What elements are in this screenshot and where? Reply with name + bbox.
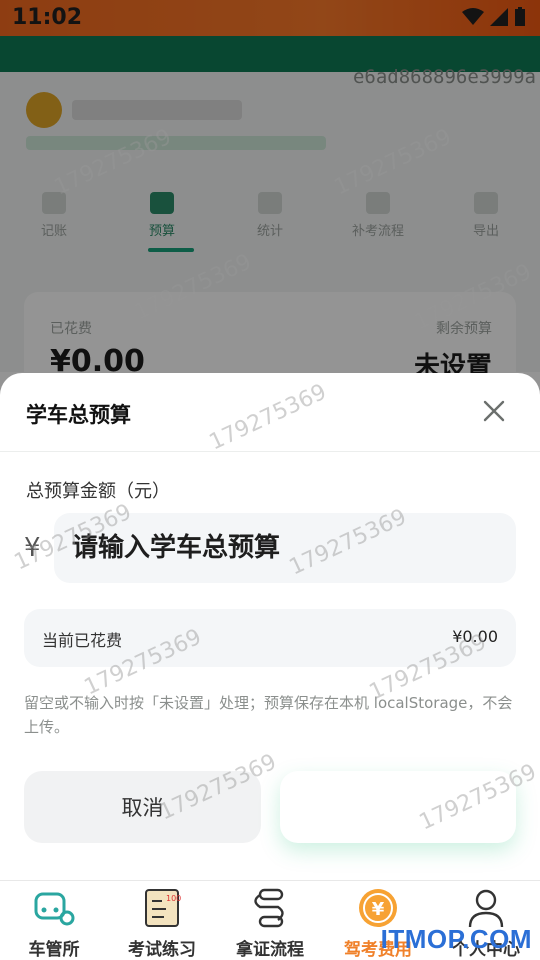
- confirm-button[interactable]: [280, 771, 516, 843]
- brand-watermark: ITMOP.COM: [380, 924, 532, 954]
- car-gear-icon: [32, 887, 76, 929]
- nav-label: 拿证流程: [236, 940, 304, 960]
- nav-exam-practice[interactable]: 100 考试练习: [108, 881, 216, 960]
- budget-bottom-sheet: 学车总预算 总预算金额（元） ¥ 当前已花费 ¥0.00 留空或不输入时按「未设…: [0, 373, 540, 880]
- close-icon: [483, 400, 505, 422]
- nav-label: 车管所: [28, 940, 80, 960]
- notebook-icon: 100: [140, 887, 184, 929]
- budget-input[interactable]: [54, 513, 516, 583]
- svg-text:100: 100: [166, 894, 181, 903]
- current-spent-label: 当前已花费: [42, 631, 123, 650]
- sheet-title: 学车总预算: [26, 403, 131, 427]
- current-spent-value: ¥0.00: [452, 627, 498, 646]
- nav-license-process[interactable]: 拿证流程: [216, 881, 324, 960]
- current-spent-row: 当前已花费 ¥0.00: [24, 609, 516, 667]
- close-button[interactable]: [478, 395, 510, 427]
- flow-icon: [248, 887, 292, 929]
- divider: [0, 451, 540, 452]
- budget-field-label: 总预算金额（元）: [26, 481, 170, 502]
- hint-text: 留空或不输入时按「未设置」处理；预算保存在本机 localStorage，不会上…: [24, 694, 513, 736]
- currency-symbol: ¥: [24, 533, 41, 563]
- yen-coin-icon: ¥: [356, 887, 400, 929]
- svg-text:¥: ¥: [372, 899, 385, 920]
- nav-label: 考试练习: [128, 940, 196, 960]
- person-icon: [464, 887, 508, 929]
- cancel-button[interactable]: 取消: [24, 771, 261, 843]
- nav-vehicle-office[interactable]: 车管所: [0, 881, 108, 960]
